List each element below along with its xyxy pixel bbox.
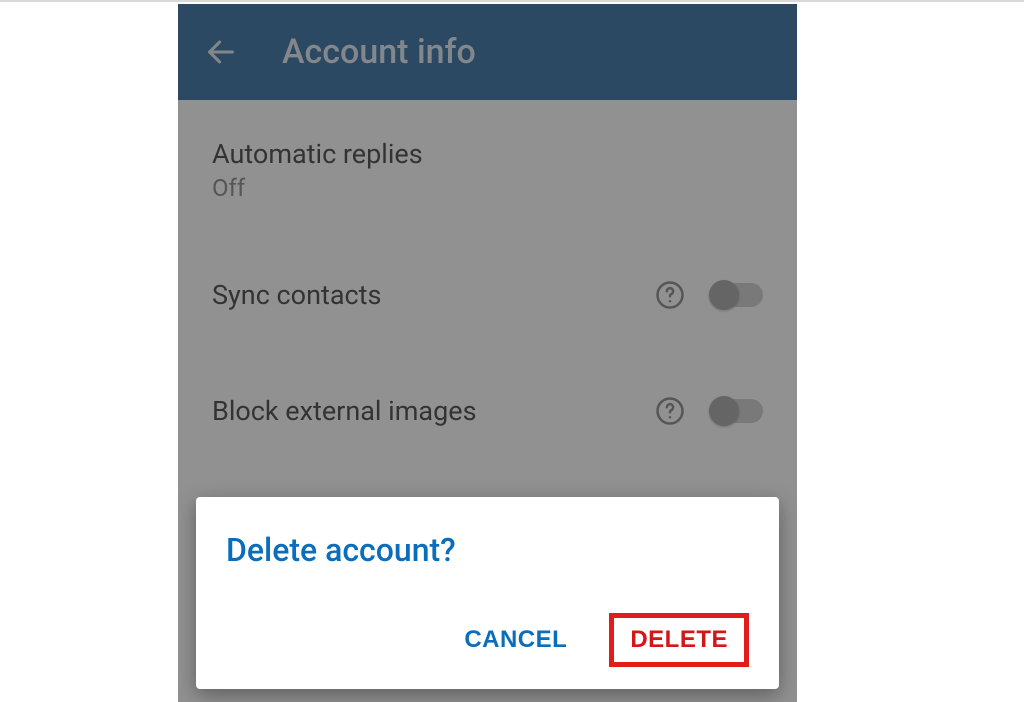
toggle-sync-contacts[interactable] [711,283,763,307]
setting-label: Sync contacts [212,279,653,311]
delete-button[interactable]: DELETE [609,613,749,667]
toggle-knob [709,280,739,310]
help-icon[interactable] [653,278,687,312]
setting-text: Automatic replies Off [212,138,763,202]
back-icon[interactable] [202,33,240,71]
dialog-actions: CANCEL DELETE [226,613,749,667]
page-title: Account info [282,32,476,72]
viewport: Account info Automatic replies Off Sync … [0,0,1024,700]
app-bar: Account info [178,4,797,100]
setting-status: Off [212,174,763,202]
delete-account-dialog: Delete account? CANCEL DELETE [196,497,779,689]
toggle-knob [709,396,739,426]
help-icon[interactable] [653,394,687,428]
setting-sync-contacts[interactable]: Sync contacts [178,252,797,338]
spacer [178,338,797,368]
phone-frame: Account info Automatic replies Off Sync … [178,4,797,702]
settings-list: Automatic replies Off Sync contacts [178,100,797,454]
setting-text: Block external images [212,395,653,427]
setting-label: Block external images [212,395,653,427]
setting-label: Automatic replies [212,138,763,170]
setting-block-external-images[interactable]: Block external images [178,368,797,454]
spacer [178,228,797,252]
dialog-title: Delete account? [226,531,749,569]
toggle-block-images[interactable] [711,399,763,423]
setting-automatic-replies[interactable]: Automatic replies Off [178,112,797,228]
setting-text: Sync contacts [212,279,653,311]
cancel-button[interactable]: CANCEL [450,616,581,664]
